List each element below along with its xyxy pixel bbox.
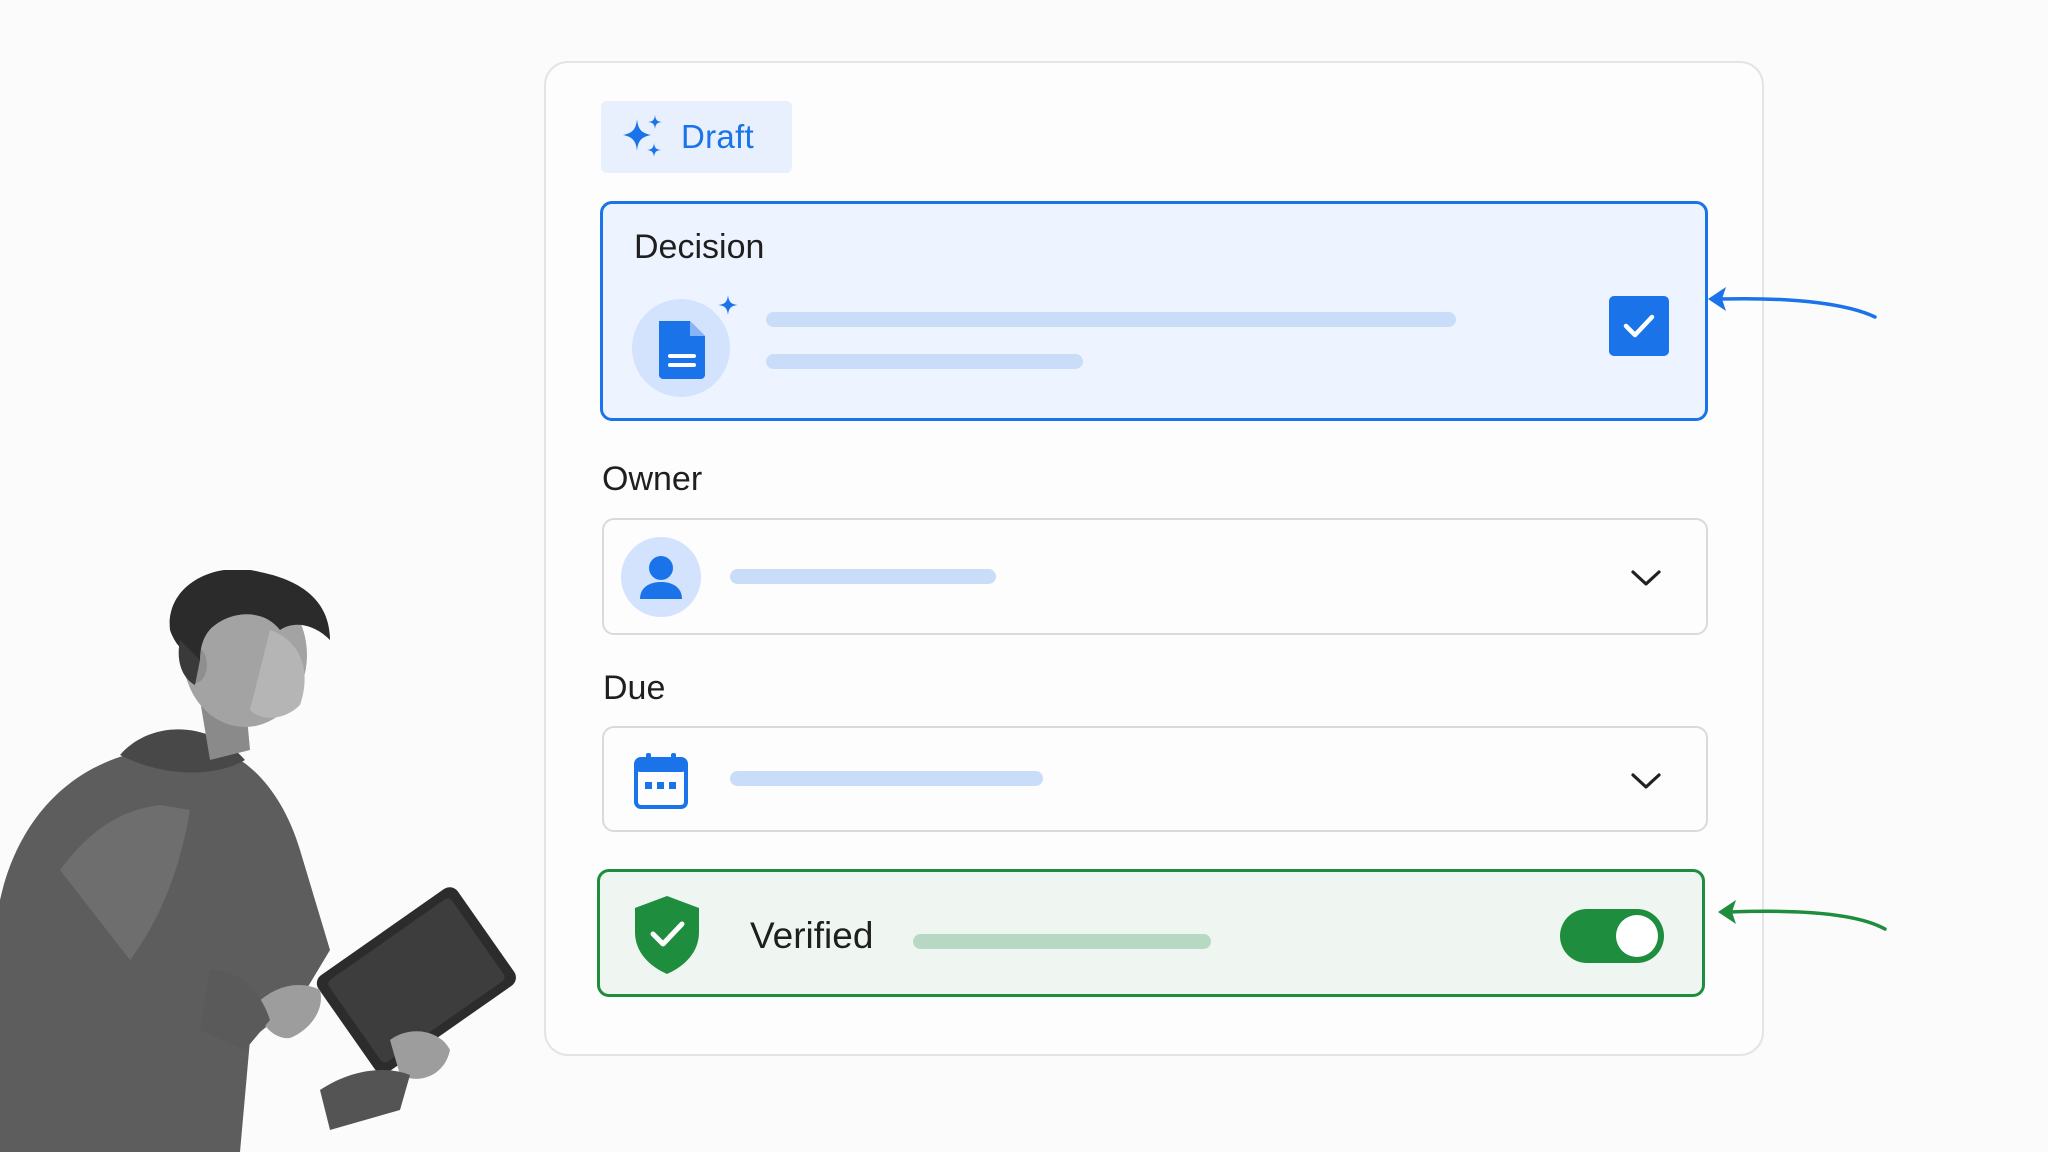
green-annotation-arrow — [1718, 900, 1887, 931]
decision-text-placeholder-line — [766, 312, 1456, 327]
verified-row: Verified — [597, 869, 1705, 997]
small-sparkle-icon — [718, 295, 738, 315]
draft-label: Draft — [681, 118, 755, 155]
toggle-knob — [1616, 915, 1658, 957]
check-icon — [1623, 314, 1655, 338]
person-icon — [621, 537, 701, 617]
due-select[interactable] — [602, 726, 1708, 832]
decision-checkbox[interactable] — [1609, 296, 1669, 356]
chevron-down-icon[interactable] — [1629, 567, 1663, 589]
decision-title: Decision — [634, 228, 765, 266]
verified-placeholder-line — [913, 934, 1211, 949]
chevron-down-icon[interactable] — [1629, 770, 1663, 792]
due-value-placeholder — [730, 771, 1043, 786]
verified-label: Verified — [750, 915, 874, 956]
verified-toggle[interactable] — [1560, 909, 1664, 963]
calendar-icon — [634, 753, 688, 809]
draft-chip[interactable]: Draft — [601, 101, 792, 173]
task-card: Draft Decision Owner Due Verified — [544, 61, 1764, 1056]
shield-check-icon — [635, 896, 699, 974]
sparkle-icon — [623, 115, 662, 157]
blue-annotation-arrow — [1708, 287, 1877, 319]
owner-label: Owner — [602, 460, 703, 498]
owner-value-placeholder — [730, 569, 996, 584]
decision-text-placeholder-line — [766, 354, 1083, 369]
owner-select[interactable] — [602, 518, 1708, 635]
decision-option-card[interactable]: Decision — [600, 201, 1708, 421]
due-label: Due — [603, 669, 666, 707]
person-with-tablet-illustration — [0, 570, 516, 1152]
